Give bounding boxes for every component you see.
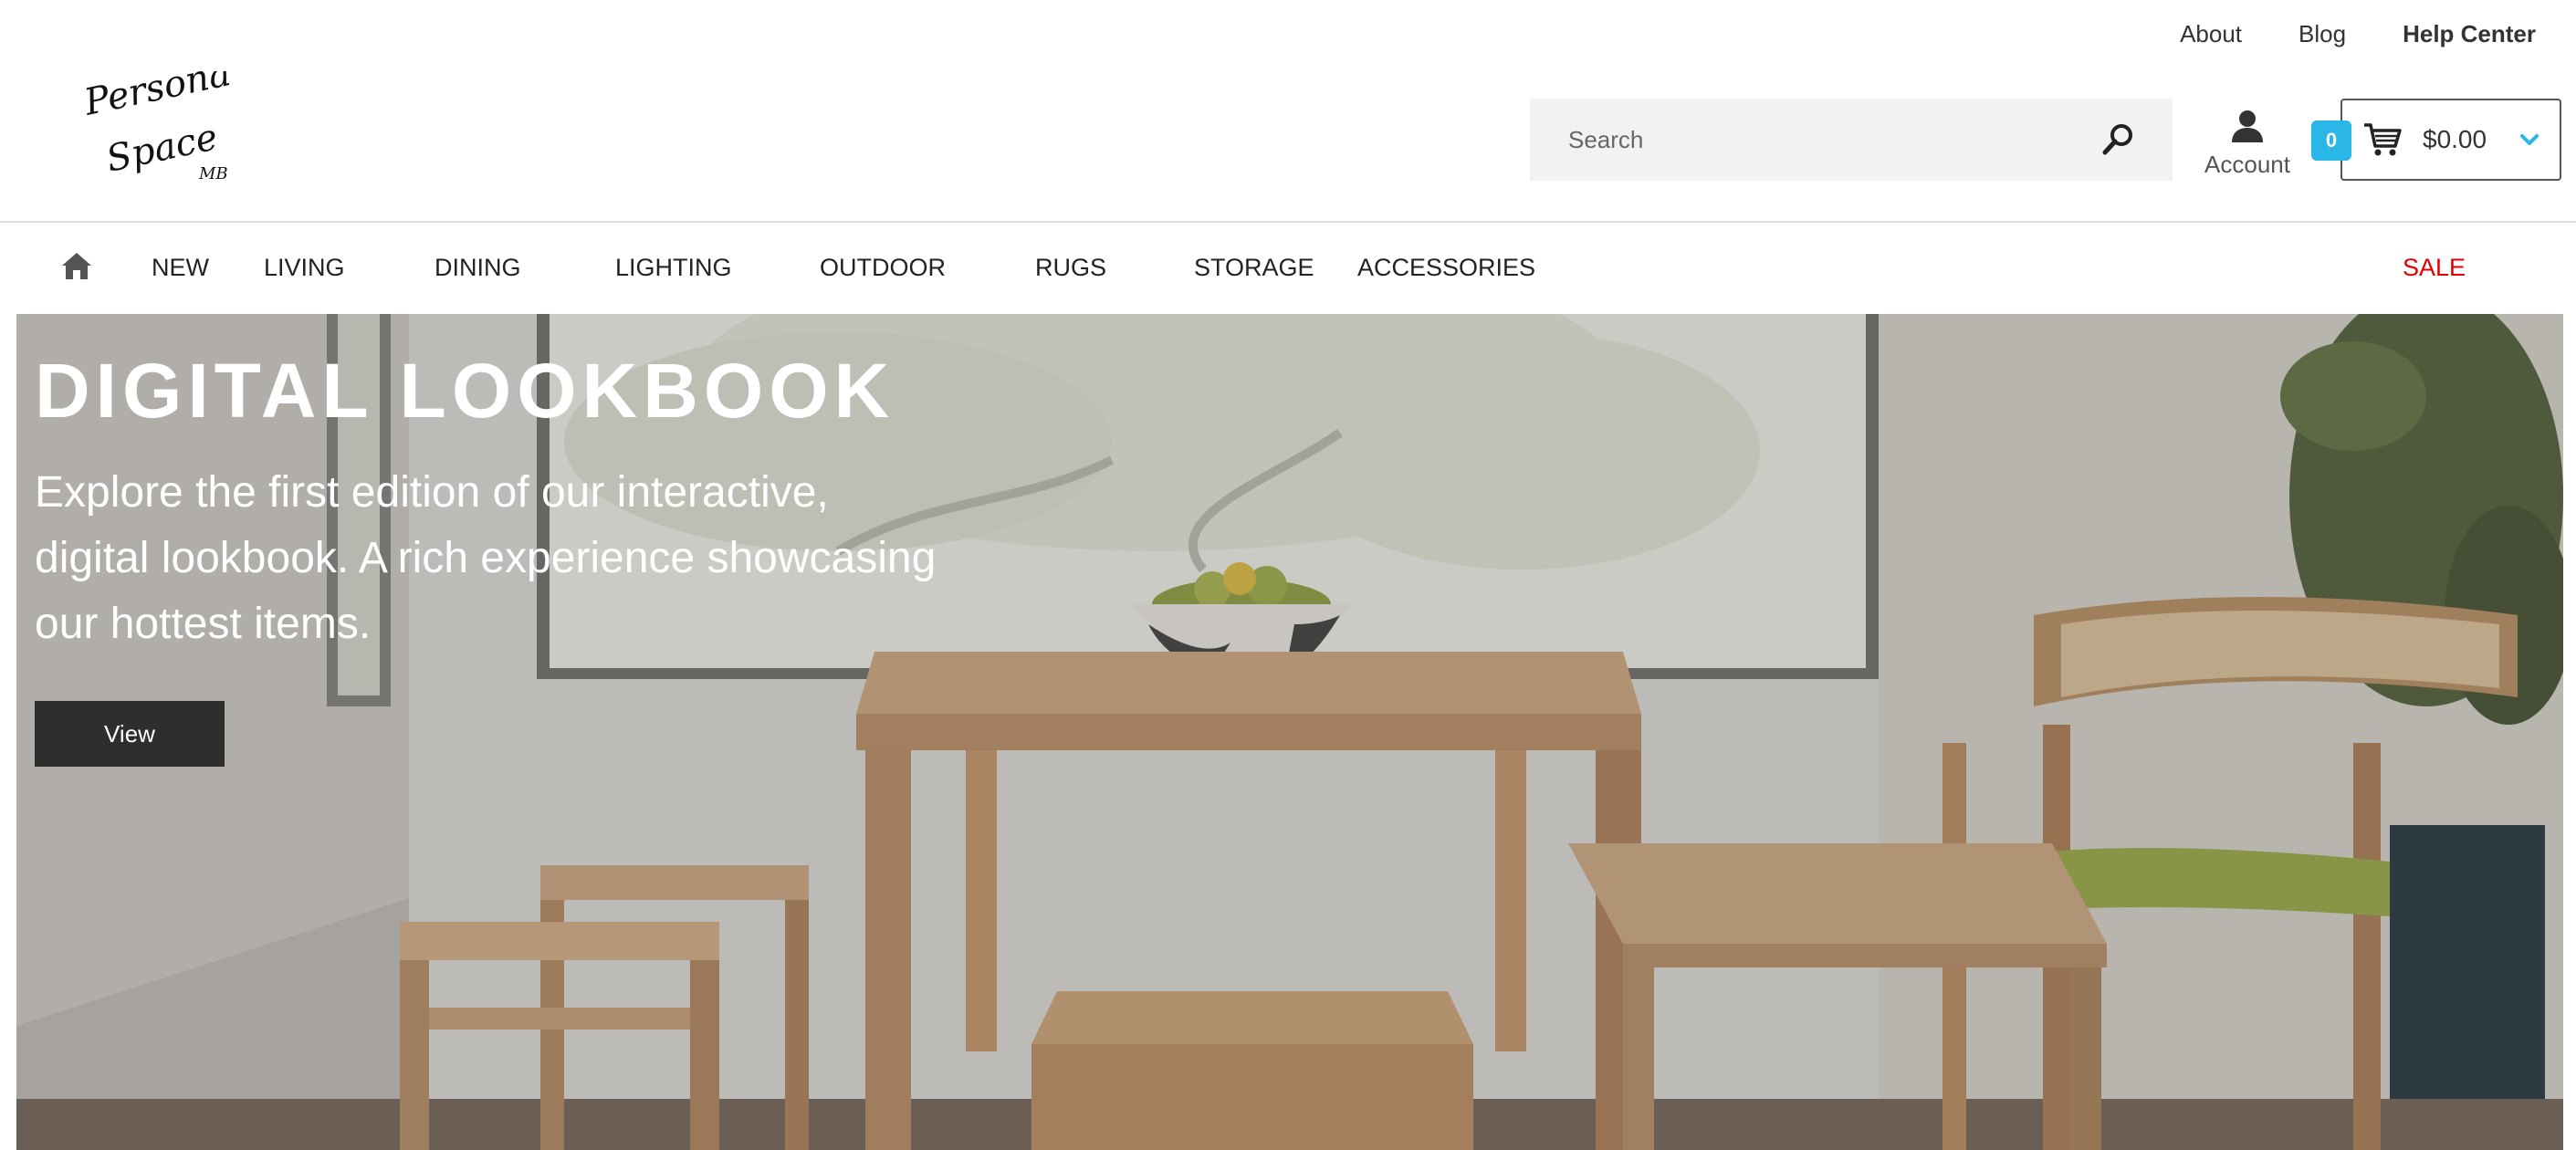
cart-total: $0.00 <box>2423 125 2487 153</box>
search-bar <box>1530 99 2173 181</box>
help-center-link[interactable]: Help Center <box>2403 20 2536 48</box>
nav-item-accessories[interactable]: ACCESSORIES <box>1357 254 1535 282</box>
nav-item-living[interactable]: LIVING <box>264 254 345 282</box>
user-icon <box>2232 110 2263 142</box>
view-lookbook-button[interactable]: View <box>35 701 225 767</box>
nav-item-dining[interactable]: DINING <box>435 254 521 282</box>
hero-subtitle: Explore the first edition of our interac… <box>35 468 937 648</box>
logo-mark: MB <box>198 164 228 183</box>
cart-icon <box>2364 123 2402 156</box>
personal-space-logo[interactable]: Personal Space MB <box>84 71 230 192</box>
header-divider <box>0 221 2576 223</box>
blog-link[interactable]: Blog <box>2299 20 2346 48</box>
nav-item-rugs[interactable]: RUGS <box>1035 254 1106 282</box>
nav-item-storage[interactable]: STORAGE <box>1194 254 1314 282</box>
about-link[interactable]: About <box>2180 20 2242 48</box>
cart-button[interactable]: $0.00 <box>2340 99 2561 181</box>
nav-item-new[interactable]: NEW <box>152 254 209 282</box>
search-icon[interactable] <box>2100 121 2136 158</box>
hero-overlay <box>16 314 2563 1150</box>
nav-item-outdoor[interactable]: OUTDOOR <box>820 254 946 282</box>
nav-item-sale[interactable]: SALE <box>2403 254 2466 282</box>
account-label: Account <box>2204 151 2290 178</box>
nav-item-lighting[interactable]: LIGHTING <box>615 254 732 282</box>
hero-title: DIGITAL LOOKBOOK <box>35 348 895 434</box>
main-nav: NEW LIVING DINING LIGHTING OUTDOOR RUGS … <box>0 254 2576 287</box>
account-button[interactable]: Account <box>2202 108 2293 179</box>
chevron-down-icon[interactable] <box>2519 133 2539 146</box>
top-links: About Blog Help Center <box>2180 20 2536 48</box>
search-input[interactable] <box>1566 124 2100 155</box>
cart-count-badge: 0 <box>2311 120 2351 161</box>
hero-banner: DIGITAL LOOKBOOK Explore the first editi… <box>16 314 2563 1150</box>
